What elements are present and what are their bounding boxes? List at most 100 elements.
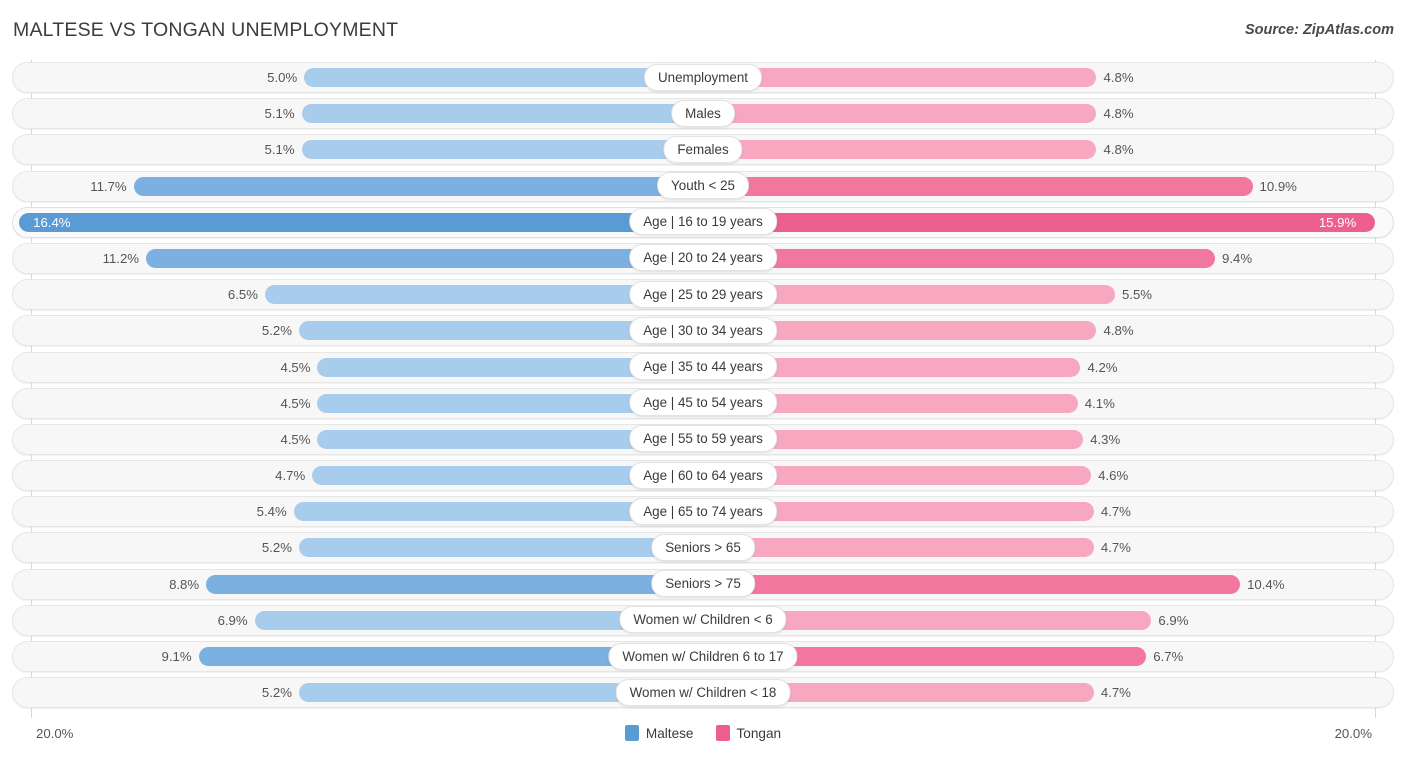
category-label[interactable]: Age | 20 to 24 years [629,244,777,272]
value-label-maltese: 9.1% [161,649,192,664]
bar-maltese[interactable] [206,574,703,594]
value-label-tongan: 15.9% [1318,214,1357,230]
table-row[interactable]: 5.4% 4.7% Age | 65 to 74 years [0,494,1406,530]
legend-swatch-icon [624,725,639,741]
table-row[interactable]: 8.8% 10.4% Seniors > 75 [0,567,1406,603]
table-row[interactable]: 5.1% 4.8% Males [0,96,1406,132]
source-attribution: Source: ZipAtlas.com [1244,22,1394,38]
category-label[interactable]: Seniors > 65 [651,533,755,561]
table-row[interactable]: 4.7% 4.6% Age | 60 to 64 years [0,458,1406,494]
table-row[interactable]: 6.9% 6.9% Women w/ Children < 6 [0,603,1406,639]
chart-footer: 20.0% 20.0% Maltese Tongan [0,718,1406,757]
category-label[interactable]: Women w/ Children < 6 [619,606,787,634]
value-label-tongan: 4.7% [1100,540,1131,556]
value-label-maltese: 5.2% [261,685,292,701]
table-row[interactable]: 4.5% 4.1% Age | 45 to 54 years [0,386,1406,422]
value-label-tongan: 4.1% [1084,395,1115,411]
value-label-tongan: 6.7% [1153,649,1184,664]
bar-maltese[interactable] [298,538,703,558]
bar-maltese[interactable] [133,176,703,196]
table-row[interactable]: 5.0% 4.8% Unemployment [0,60,1406,96]
value-label-maltese: 5.2% [261,540,292,556]
value-label-maltese: 6.9% [217,612,248,628]
legend-swatch-icon [715,725,730,741]
table-row[interactable]: 5.2% 4.7% Seniors > 65 [0,530,1406,566]
category-label[interactable]: Age | 16 to 19 years [629,208,777,236]
legend-label: Tongan [736,725,782,741]
value-label-tongan: 4.7% [1100,504,1131,520]
value-label-tongan: 4.8% [1103,142,1134,158]
bar-tongan[interactable] [703,176,1253,196]
bar-maltese[interactable] [19,212,703,232]
value-label-maltese: 11.7% [90,178,127,194]
value-label-maltese: 4.5% [280,359,311,375]
legend-item-maltese[interactable]: Maltese [624,725,694,741]
page-title: MALTESE VS TONGAN UNEMPLOYMENT [13,19,399,41]
bar-tongan[interactable] [703,212,1375,232]
category-label[interactable]: Age | 30 to 34 years [629,316,777,344]
value-label-maltese: 5.1% [264,106,295,122]
legend-item-tongan[interactable]: Tongan [715,725,782,741]
value-label-tongan: 6.9% [1158,612,1189,628]
value-label-tongan: 4.8% [1103,106,1134,122]
value-label-maltese: 8.8% [169,576,200,592]
value-label-maltese: 5.4% [256,504,287,520]
category-label[interactable]: Age | 65 to 74 years [629,497,777,525]
bar-tongan[interactable] [703,140,1097,160]
bar-rows: 5.0% 4.8% Unemployment 5.1% 4.8% Males 5.1% 4.8… [0,60,1406,711]
category-label[interactable]: Age | 25 to 29 years [629,280,777,308]
bar-tongan[interactable] [703,538,1094,558]
table-row[interactable]: 11.7% 10.9% Youth < 25 [0,169,1406,205]
legend-label: Maltese [645,725,694,741]
category-label[interactable]: Women w/ Children 6 to 17 [608,642,798,670]
value-label-tongan: 5.5% [1121,287,1153,303]
table-row[interactable]: 4.5% 4.2% Age | 35 to 44 years [0,350,1406,386]
value-label-maltese: 5.0% [267,70,298,85]
value-label-maltese: 5.1% [264,142,295,158]
bar-maltese[interactable] [301,140,703,160]
category-label[interactable]: Seniors > 75 [651,570,755,598]
category-label[interactable]: Age | 60 to 64 years [629,461,777,489]
value-label-tongan: 10.4% [1247,576,1285,592]
bar-tongan[interactable] [703,104,1097,124]
value-label-tongan: 4.8% [1103,323,1134,339]
chart-legend: Maltese Tongan [0,725,1406,741]
value-label-maltese: 16.4% [33,214,71,230]
table-row[interactable]: 16.4% 15.9% Age | 16 to 19 years [0,205,1406,241]
value-label-tongan: 4.6% [1098,468,1129,484]
table-row[interactable]: 9.1% 6.7% Women w/ Children 6 to 17 [0,639,1406,675]
table-row[interactable]: 5.2% 4.7% Women w/ Children < 18 [0,675,1406,711]
value-label-tongan: 4.7% [1100,685,1131,701]
value-label-maltese: 6.5% [227,287,258,303]
value-label-maltese: 4.5% [280,395,311,411]
category-label[interactable]: Females [663,135,743,163]
bar-maltese[interactable] [146,248,703,268]
value-label-maltese: 5.2% [261,323,292,339]
category-label[interactable]: Age | 45 to 54 years [629,389,777,417]
value-label-tongan: 10.9% [1259,178,1297,194]
bar-maltese[interactable] [301,104,703,124]
bar-tongan[interactable] [703,574,1241,594]
table-row[interactable]: 4.5% 4.3% Age | 55 to 59 years [0,422,1406,458]
table-row[interactable]: 11.2% 9.4% Age | 20 to 24 years [0,241,1406,277]
category-label[interactable]: Males [671,99,735,127]
table-row[interactable]: 5.2% 4.8% Age | 30 to 34 years [0,313,1406,349]
value-label-maltese: 11.2% [102,250,140,266]
value-label-tongan: 4.3% [1090,431,1121,447]
value-label-tongan: 4.8% [1103,70,1134,85]
bar-tongan[interactable] [703,68,1097,87]
value-label-maltese: 4.7% [275,468,306,484]
category-label[interactable]: Unemployment [643,63,763,91]
category-label[interactable]: Age | 55 to 59 years [629,425,777,453]
value-label-tongan: 4.2% [1087,359,1118,375]
chart-container: MALTESE VS TONGAN UNEMPLOYMENT Source: Z… [0,0,1406,757]
plot-area: 5.0% 4.8% Unemployment 5.1% 4.8% Males 5.1% 4.8… [0,60,1406,718]
category-label[interactable]: Women w/ Children < 18 [615,678,791,706]
bar-tongan[interactable] [703,248,1216,268]
chart-header: MALTESE VS TONGAN UNEMPLOYMENT Source: Z… [0,0,1406,58]
table-row[interactable]: 6.5% 5.5% Age | 25 to 29 years [0,277,1406,313]
value-label-maltese: 4.5% [280,431,311,447]
category-label[interactable]: Age | 35 to 44 years [629,353,777,380]
category-label[interactable]: Youth < 25 [657,172,749,200]
table-row[interactable]: 5.1% 4.8% Females [0,132,1406,168]
